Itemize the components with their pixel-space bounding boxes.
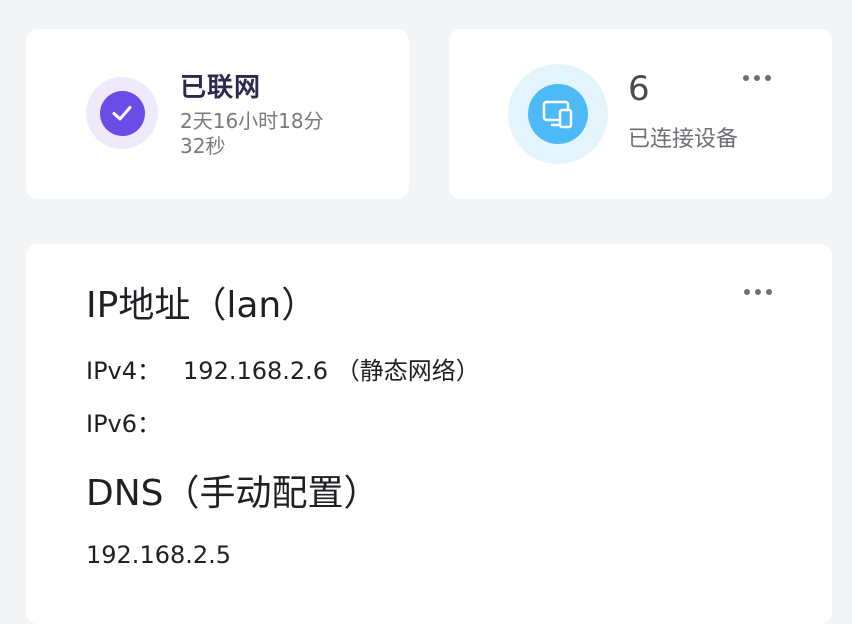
more-icon — [766, 289, 772, 295]
more-icon — [755, 289, 761, 295]
ipv6-row: IPv6： — [86, 404, 161, 439]
ipv6-label: IPv6： — [86, 410, 162, 438]
connected-devices-card[interactable]: 6 已连接设备 — [449, 29, 832, 199]
dns-title: DNS（手动配置） — [86, 473, 380, 514]
network-more-button[interactable] — [744, 289, 772, 295]
uptime-text: 2天16小时18分32秒 — [180, 109, 324, 158]
ip-address-title: IP地址（lan） — [86, 285, 318, 326]
network-info-card: IP地址（lan） IPv4： 192.168.2.6 （静态网络） IPv6： … — [26, 244, 832, 624]
dns-value: 192.168.2.5 — [86, 541, 232, 569]
connection-status-card: 已联网 2天16小时18分32秒 — [26, 29, 409, 199]
devices-more-button[interactable] — [743, 75, 771, 81]
ipv4-label: IPv4： — [86, 357, 162, 385]
more-icon — [743, 75, 749, 81]
status-icon-wrap — [86, 77, 158, 149]
device-count: 6 — [628, 69, 650, 109]
ipv4-row: IPv4： 192.168.2.6 （静态网络） — [86, 351, 480, 386]
ipv4-value: 192.168.2.6 （静态网络） — [183, 357, 480, 385]
devices-icon — [528, 84, 588, 144]
device-count-label: 已连接设备 — [628, 127, 739, 152]
check-icon — [99, 90, 145, 136]
devices-icon-wrap — [508, 64, 608, 164]
more-icon — [754, 75, 760, 81]
more-icon — [765, 75, 771, 81]
more-icon — [744, 289, 750, 295]
connection-status-title: 已联网 — [180, 73, 262, 103]
